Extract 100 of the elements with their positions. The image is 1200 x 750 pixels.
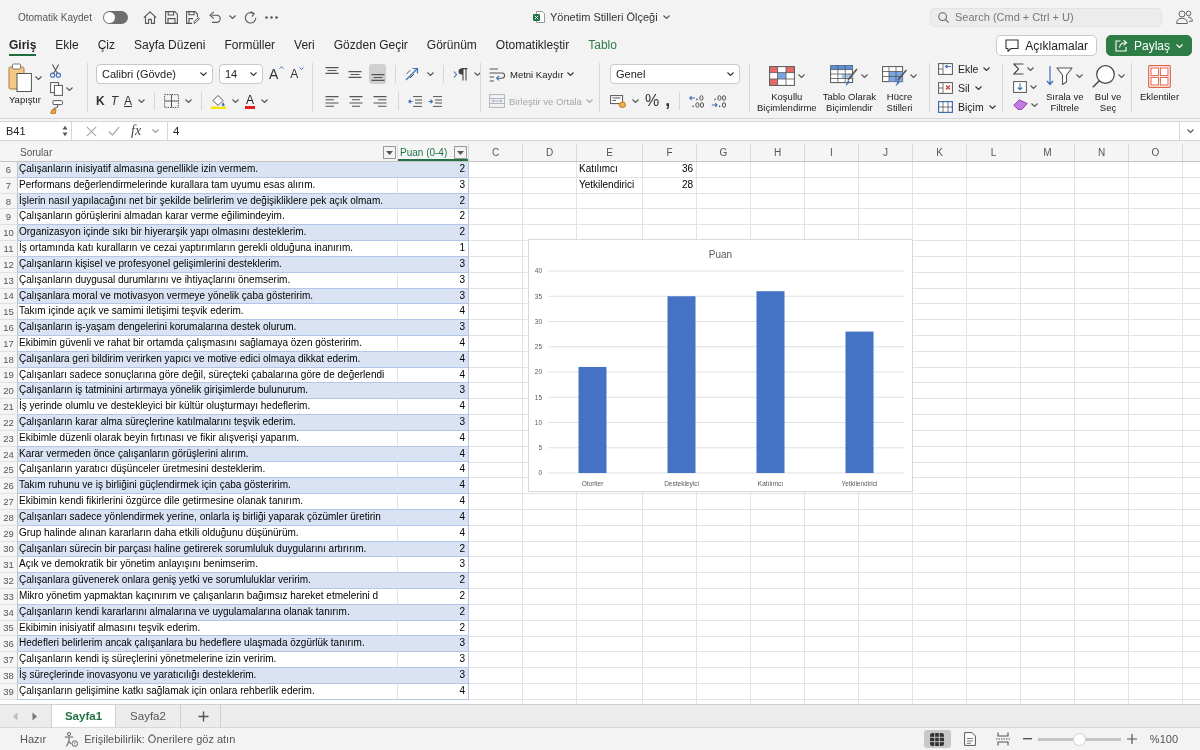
column-header[interactable]: D xyxy=(523,144,577,161)
ribbon-tab[interactable]: Sayfa Düzeni xyxy=(134,34,206,56)
column-header[interactable]: Sorular xyxy=(18,144,398,161)
column-header[interactable]: C xyxy=(469,144,523,161)
font-color-button[interactable]: A xyxy=(245,93,256,109)
ribbon-tab[interactable]: Veri xyxy=(294,34,315,56)
name-box[interactable]: B41 xyxy=(0,122,72,140)
zoom-in-icon[interactable] xyxy=(1126,734,1137,744)
filter-dropdown-icon[interactable] xyxy=(454,146,467,159)
row-number[interactable]: 36 xyxy=(0,636,18,653)
accessibility-icon[interactable] xyxy=(64,731,79,747)
caret-icon[interactable] xyxy=(662,15,670,19)
row-number[interactable]: 27 xyxy=(0,494,18,510)
wrap-text-button[interactable]: Metni Kaydır xyxy=(489,66,575,82)
sheet-tab[interactable]: Sayfa1 xyxy=(51,705,116,727)
row-number[interactable]: 16 xyxy=(0,320,18,336)
filter-dropdown-icon[interactable] xyxy=(383,146,396,159)
column-header[interactable]: N xyxy=(1075,144,1129,161)
insert-function-button[interactable]: fx xyxy=(131,123,142,139)
column-header[interactable]: F xyxy=(643,144,697,161)
fill-color-icon[interactable] xyxy=(211,93,227,109)
italic-button[interactable]: T xyxy=(110,94,118,108)
format-as-table-button[interactable]: Tablo Olarak Biçimlendir xyxy=(822,63,876,113)
grow-font-button[interactable]: A xyxy=(269,66,285,82)
row-number[interactable]: 26 xyxy=(0,478,18,495)
undo-icon[interactable] xyxy=(207,11,221,23)
ribbon-tab[interactable]: Tablo xyxy=(588,34,617,56)
row-number[interactable]: 31 xyxy=(0,557,18,574)
caret-icon[interactable] xyxy=(185,99,193,103)
row-number[interactable]: 25 xyxy=(0,462,18,479)
caret-icon[interactable] xyxy=(232,99,240,103)
ribbon-tab[interactable]: Görünüm xyxy=(426,34,477,56)
column-header[interactable]: H xyxy=(751,144,805,161)
comma-style-button[interactable]: , xyxy=(665,93,671,109)
caret-icon[interactable] xyxy=(66,87,73,91)
font-size-dropdown[interactable]: 14 xyxy=(219,64,263,84)
paste-button[interactable]: Yapıştır xyxy=(8,63,42,114)
column-header[interactable]: L xyxy=(967,144,1021,161)
arrow-right-icon[interactable] xyxy=(32,711,38,721)
column-header[interactable]: Puan (0-4) xyxy=(398,144,469,161)
ribbon-tab[interactable]: Çiz xyxy=(97,34,116,56)
caret-icon[interactable] xyxy=(474,72,481,76)
caret-icon[interactable] xyxy=(632,99,639,103)
row-number[interactable]: 21 xyxy=(0,399,18,415)
caret-icon[interactable] xyxy=(1027,67,1034,71)
add-ins-button[interactable]: Eklentiler xyxy=(1140,63,1180,102)
sheet-tab[interactable]: Sayfa2 xyxy=(116,705,181,727)
row-number[interactable]: 11 xyxy=(0,241,18,257)
column-header[interactable]: O xyxy=(1129,144,1183,161)
currency-icon[interactable] xyxy=(610,94,626,108)
pilcrow-icon[interactable] xyxy=(453,67,468,81)
row-number[interactable]: 37 xyxy=(0,652,18,668)
conditional-formatting-button[interactable]: Koşullu Biçimlendirme xyxy=(757,63,817,113)
ribbon-tab[interactable]: Gözden Geçir xyxy=(333,34,408,56)
accessibility-link[interactable]: Erişilebilirlik: Önerilere göz atın xyxy=(84,733,236,745)
refresh-icon[interactable] xyxy=(243,10,257,24)
decrease-indent-icon[interactable] xyxy=(408,95,422,107)
column-header[interactable]: J xyxy=(859,144,913,161)
column-header[interactable]: K xyxy=(913,144,967,161)
formula-field[interactable]: 4 xyxy=(167,122,1180,140)
caret-icon[interactable] xyxy=(1186,129,1194,133)
underline-button[interactable]: A xyxy=(124,94,133,108)
ribbon-tab[interactable]: Ekle xyxy=(55,34,79,56)
increase-decimal-icon[interactable] xyxy=(689,94,706,108)
slider-thumb[interactable] xyxy=(1072,732,1086,746)
borders-icon[interactable] xyxy=(164,94,180,108)
caret-icon[interactable] xyxy=(427,72,434,76)
row-number[interactable]: 15 xyxy=(0,304,18,321)
home-icon[interactable] xyxy=(142,10,157,24)
bold-button[interactable]: K xyxy=(96,94,105,108)
increase-indent-icon[interactable] xyxy=(428,95,442,107)
font-dropdown[interactable]: Calibri (Gövde) xyxy=(96,64,213,84)
vertical-align-button[interactable] xyxy=(369,64,386,84)
percent-button[interactable]: % xyxy=(645,92,660,110)
paintbrush-icon[interactable] xyxy=(50,100,63,114)
insert-button[interactable]: Ekle xyxy=(938,60,991,78)
shrink-font-button[interactable]: A xyxy=(290,67,305,81)
people-icon[interactable] xyxy=(1176,9,1193,25)
row-number[interactable]: 38 xyxy=(0,668,18,684)
comments-button[interactable]: Açıklamalar xyxy=(996,35,1097,56)
view-button[interactable] xyxy=(923,730,951,748)
document-title[interactable]: Yönetim Stilleri Ölçeği xyxy=(550,11,658,23)
caret-icon[interactable] xyxy=(138,99,146,103)
find-select-button[interactable]: Bul ve Seç xyxy=(1091,63,1125,113)
eraser-icon[interactable] xyxy=(1013,99,1028,110)
column-header[interactable]: G xyxy=(697,144,751,161)
check-icon[interactable] xyxy=(108,126,120,136)
row-number[interactable]: 9 xyxy=(0,209,18,226)
ribbon-tab[interactable]: Giriş xyxy=(9,34,37,56)
column-header[interactable]: M xyxy=(1021,144,1075,161)
plus-icon[interactable] xyxy=(198,710,209,722)
delete-button[interactable]: Sil xyxy=(938,79,982,97)
column-header[interactable]: I xyxy=(805,144,859,161)
sort-filter-button[interactable]: Sırala ve Filtrele xyxy=(1046,63,1084,113)
autosave-toggle[interactable] xyxy=(102,10,128,24)
sum-icon[interactable] xyxy=(1013,63,1024,75)
cell-styles-button[interactable]: Hücre Stilleri xyxy=(882,63,917,113)
row-number[interactable]: 6 xyxy=(0,162,18,178)
ribbon-tab[interactable]: Formüller xyxy=(224,34,276,56)
more-icon[interactable] xyxy=(264,15,278,19)
